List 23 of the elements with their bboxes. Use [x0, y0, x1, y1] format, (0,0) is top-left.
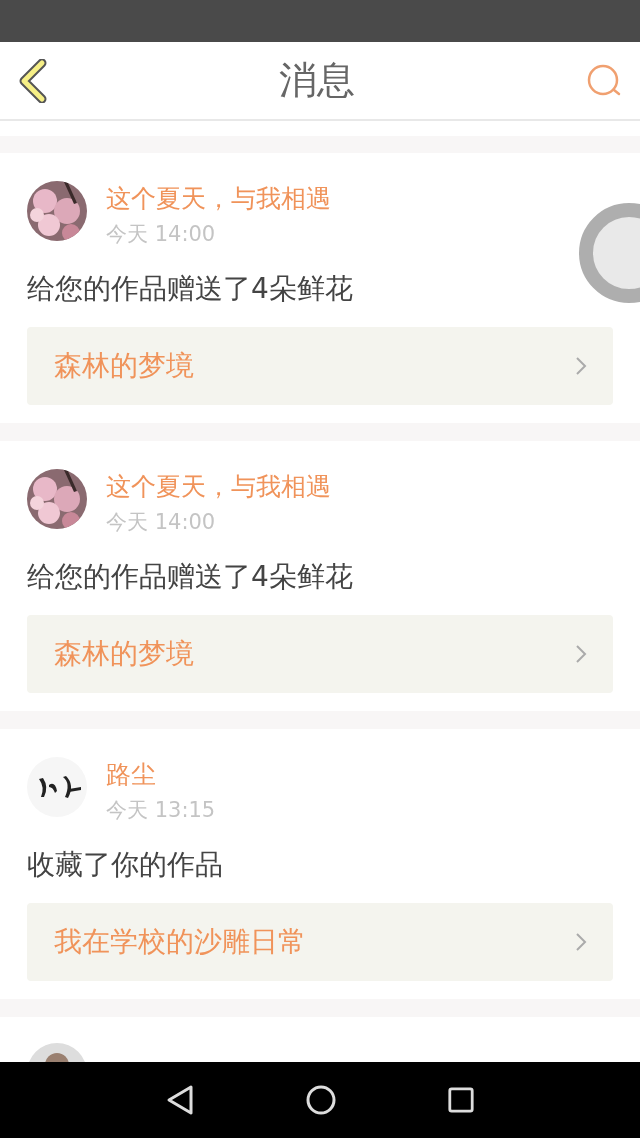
back-icon[interactable] — [18, 58, 48, 103]
chevron-icon — [575, 644, 587, 664]
message-time: 今天 14:00 — [106, 221, 217, 248]
work-title: 我在学校的沙雕日常 — [54, 924, 306, 960]
page-title: 消息 — [279, 57, 355, 104]
recents-icon[interactable] — [447, 1086, 475, 1114]
message-text: 收藏了你的作品 — [27, 847, 224, 883]
message-text: 给您的作品赠送了4朵鲜花 — [27, 559, 354, 595]
user-name[interactable]: 这个夏天，与我相遇 — [106, 467, 331, 507]
user-name[interactable]: 这个夏天，与我相遇 — [106, 179, 331, 219]
work-link[interactable]: 森林的梦境 — [27, 327, 613, 405]
user-name[interactable]: 路尘 — [106, 755, 216, 795]
message-time: 今天 14:00 — [106, 509, 217, 536]
chevron-icon — [575, 356, 587, 376]
work-title: 森林的梦境 — [54, 636, 194, 672]
back-icon[interactable] — [165, 1084, 195, 1116]
message-time: 今天 13:15 — [106, 797, 216, 824]
work-title: 森林的梦境 — [54, 348, 194, 384]
chevron-icon — [575, 932, 587, 952]
home-icon[interactable] — [305, 1084, 337, 1116]
work-link[interactable]: 森林的梦境 — [27, 615, 613, 693]
work-link[interactable]: 我在学校的沙雕日常 — [27, 903, 613, 981]
message-text: 给您的作品赠送了4朵鲜花 — [27, 271, 354, 307]
